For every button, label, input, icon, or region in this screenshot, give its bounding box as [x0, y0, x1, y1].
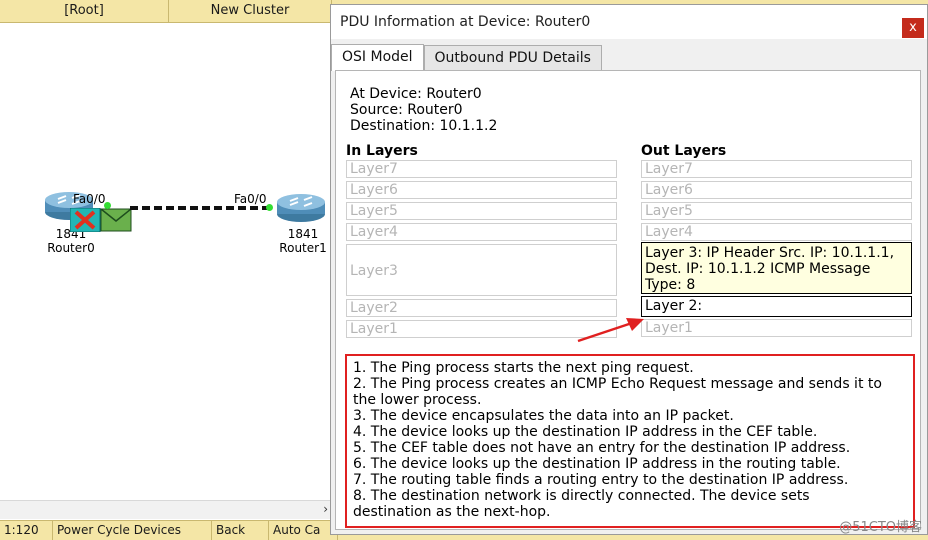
dialog-title: PDU Information at Device: Router0 [340, 14, 591, 30]
desc-line: 6. The device looks up the destination I… [353, 456, 841, 472]
ethernet-link[interactable] [130, 206, 270, 210]
dialog-titlebar[interactable]: PDU Information at Device: Router0 x [331, 5, 927, 39]
in-layer5[interactable]: Layer5 [346, 202, 617, 220]
annotation-arrow-icon [577, 318, 644, 343]
event-description-box: 1. The Ping process starts the next ping… [345, 354, 915, 528]
desc-line: 1. The Ping process starts the next ping… [353, 360, 694, 376]
desc-line: 3. The device encapsulates the data into… [353, 408, 734, 424]
in-layer4[interactable]: Layer4 [346, 223, 617, 241]
out-layer6[interactable]: Layer6 [641, 181, 912, 199]
out-layer4[interactable]: Layer4 [641, 223, 912, 241]
desc-line: destination as the next-hop. [353, 504, 551, 520]
pdu-info-dialog: PDU Information at Device: Router0 x OSI… [330, 4, 928, 535]
watermark: @51CTO博客 [839, 520, 922, 535]
out-layer1[interactable]: Layer1 [641, 319, 912, 337]
dialog-tabs: OSI Model Outbound PDU Details [331, 44, 602, 71]
close-button[interactable]: x [902, 18, 924, 38]
tab-osi-model[interactable]: OSI Model [331, 44, 424, 71]
router1-port-label: Fa0/0 [234, 192, 267, 206]
destination-text: Destination: 10.1.1.2 [350, 118, 498, 134]
router0-name: Router0 [47, 241, 95, 255]
desc-line: 2. The Ping process creates an ICMP Echo… [353, 376, 882, 392]
at-device-text: At Device: Router0 [350, 86, 482, 102]
out-layer3[interactable]: Layer 3: IP Header Src. IP: 10.1.1.1, De… [641, 242, 912, 294]
router1-icon[interactable] [276, 192, 326, 222]
device-info: At Device: Router0 Source: Router0 Desti… [350, 86, 497, 134]
osi-model-panel: At Device: Router0 Source: Router0 Desti… [335, 70, 921, 530]
router1-name: Router1 [279, 241, 327, 255]
router1-model: 1841 [287, 227, 319, 241]
out-layer5[interactable]: Layer5 [641, 202, 912, 220]
in-layer3[interactable]: Layer3 [346, 244, 617, 296]
desc-line: the lower process. [353, 392, 482, 408]
out-layer3-line1: Layer 3: IP Header Src. IP: 10.1.1.1, [645, 245, 895, 261]
power-cycle-button[interactable]: Power Cycle Devices [53, 521, 212, 540]
out-layer2[interactable]: Layer 2: [641, 296, 912, 317]
out-layer3-line3: Type: 8 [645, 277, 696, 293]
link-end-dot [266, 204, 273, 211]
new-cluster-button[interactable]: New Cluster [169, 0, 332, 22]
back-button[interactable]: Back [212, 521, 269, 540]
out-layers-header: Out Layers [641, 143, 727, 159]
desc-line: 4. The device looks up the destination I… [353, 424, 818, 440]
tab-outbound-pdu-details[interactable]: Outbound PDU Details [423, 45, 602, 70]
in-layers-header: In Layers [346, 143, 418, 159]
in-layer6[interactable]: Layer6 [346, 181, 617, 199]
horizontal-scrollbar[interactable]: › [0, 500, 330, 519]
in-layer7[interactable]: Layer7 [346, 160, 617, 178]
auto-capture-button[interactable]: Auto Ca [269, 521, 338, 540]
desc-line: 7. The routing table finds a routing ent… [353, 472, 849, 488]
scroll-right-icon[interactable]: › [323, 502, 328, 516]
desc-line: 8. The destination network is directly c… [353, 488, 810, 504]
desc-line: 5. The CEF table does not have an entry … [353, 440, 851, 456]
router0-port-label: Fa0/0 [73, 192, 106, 206]
source-text: Source: Router0 [350, 102, 463, 118]
pdu-envelope-icon[interactable] [70, 208, 132, 232]
root-button[interactable]: [Root] [0, 0, 169, 22]
sim-time: 1:120 [0, 521, 53, 540]
out-layer7[interactable]: Layer7 [641, 160, 912, 178]
link-end-dot [104, 202, 111, 209]
out-layer3-line2: Dest. IP: 10.1.1.2 ICMP Message [645, 261, 871, 277]
